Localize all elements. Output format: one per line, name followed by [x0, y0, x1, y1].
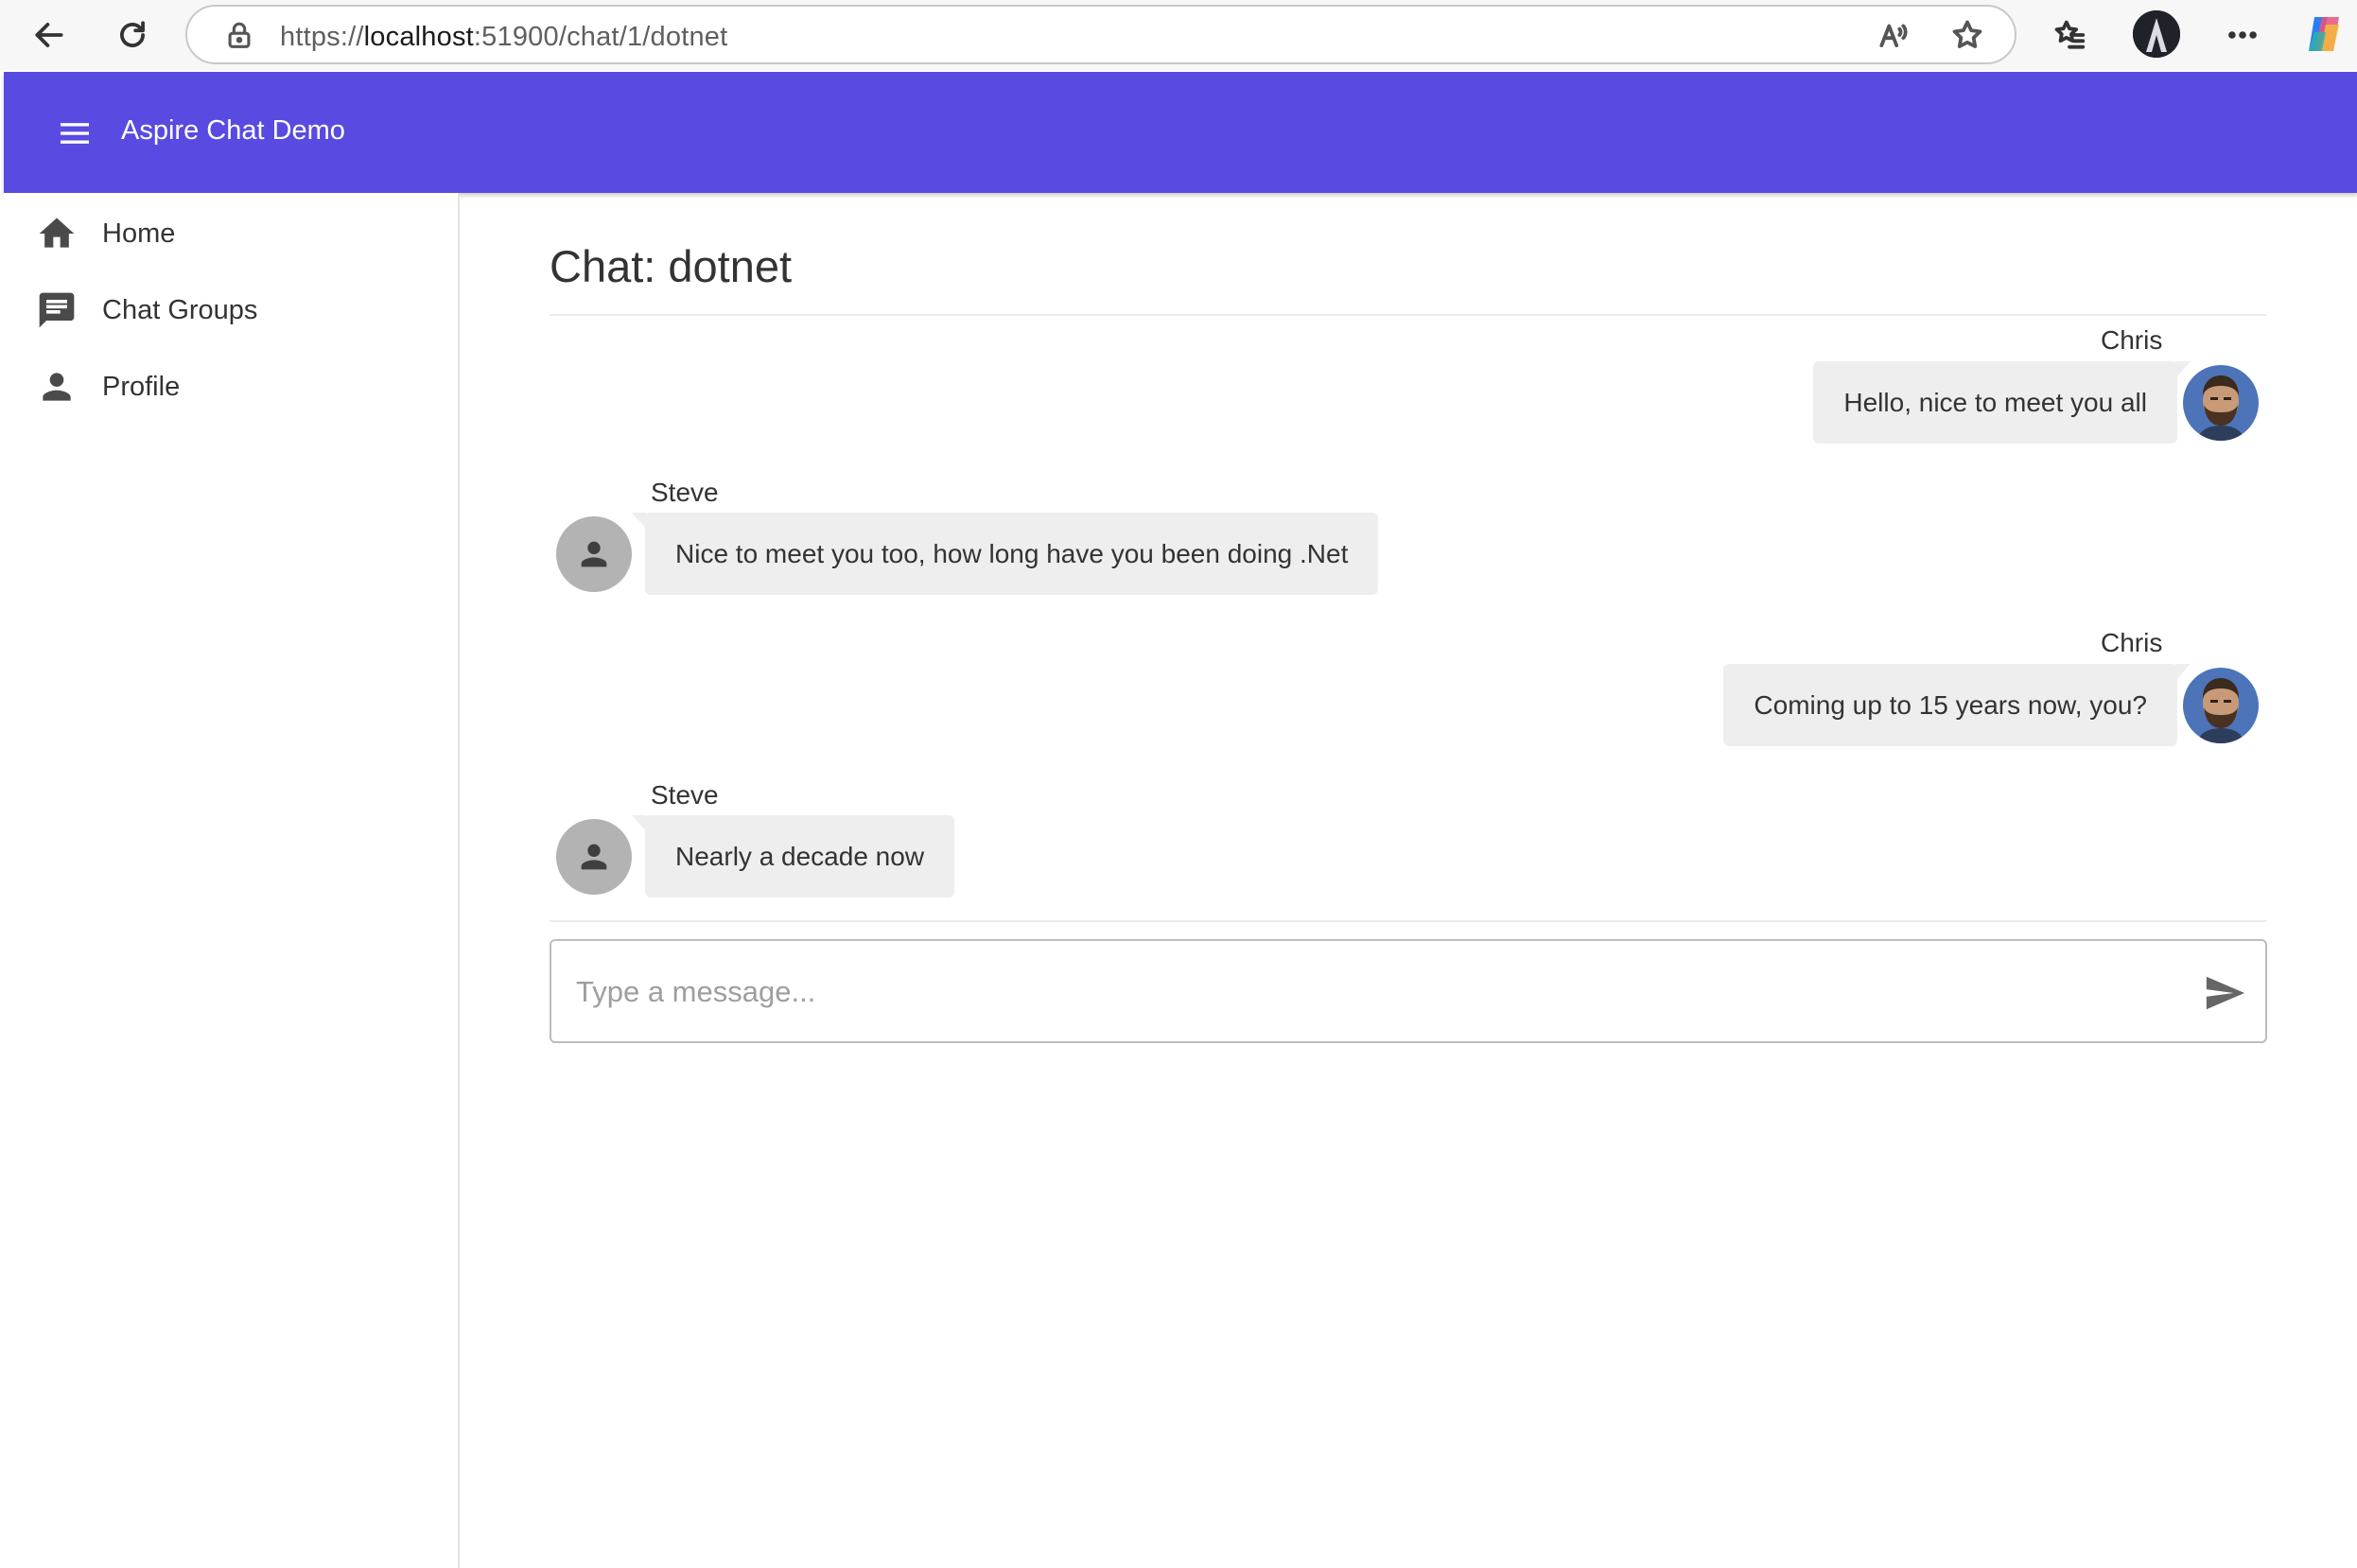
nav-item-home[interactable]: Home [4, 197, 458, 270]
copilot-icon [2309, 17, 2339, 51]
read-aloud-button[interactable] [1865, 7, 1922, 63]
back-button[interactable] [21, 7, 78, 63]
message-sender: Steve [651, 478, 719, 507]
title-divider [550, 314, 2267, 316]
nav-item-label: Home [102, 218, 176, 249]
reload-icon [120, 21, 145, 47]
nav-item-chat-groups[interactable]: Chat Groups [4, 273, 458, 347]
nav-item-label: Chat Groups [102, 294, 258, 325]
message-input[interactable] [576, 967, 2146, 1017]
send-icon [2206, 976, 2245, 1010]
app-bar: Aspire Chat Demo [4, 72, 2357, 193]
url-host: localhost [363, 22, 474, 52]
steve-avatar [556, 516, 632, 592]
message-bubble: Coming up to 15 years now, you? [1723, 664, 2191, 746]
message-composer [550, 939, 2267, 1043]
profile-picture-icon [2133, 10, 2180, 58]
message-sender: Chris [2101, 628, 2163, 657]
messages-divider [550, 920, 2267, 922]
chat-icon [36, 289, 78, 331]
favorites-button[interactable] [2041, 7, 2098, 63]
app-title: Aspire Chat Demo [121, 115, 345, 146]
favorites-list-icon [2054, 20, 2086, 49]
chat-main: Chat: dotnet Chris Hello, nice to meet y… [462, 193, 2357, 1568]
chris-avatar [2183, 668, 2259, 743]
url-scheme: https:// [280, 22, 364, 52]
chris-photo-icon [2183, 365, 2259, 441]
steve-avatar [556, 819, 632, 895]
chris-photo-icon [2183, 668, 2259, 743]
url-path: :51900/chat/1/dotnet [473, 22, 728, 52]
message-sender: Chris [2101, 325, 2163, 355]
url-text[interactable]: https://localhost:51900/chat/1/dotnet [280, 22, 727, 53]
home-icon [36, 213, 78, 254]
read-aloud-icon [1879, 24, 1908, 47]
message-bubble: Nice to meet you too, how long have you … [631, 513, 1379, 595]
hamburger-menu-icon [61, 123, 89, 144]
person-icon [36, 366, 78, 408]
copilot-button[interactable] [2301, 11, 2347, 57]
nav-drawer: Home Chat Groups Profile [4, 193, 460, 1568]
nav-item-profile[interactable]: Profile [4, 350, 458, 424]
message-bubble: Nearly a decade now [631, 815, 955, 897]
lock-icon [223, 20, 255, 52]
browser-toolbar: https://localhost:51900/chat/1/dotnet [0, 0, 2357, 70]
favorite-button[interactable] [1939, 7, 1996, 63]
message-bubble: Hello, nice to meet you all [1813, 361, 2191, 444]
reload-button[interactable] [104, 7, 161, 63]
nav-item-label: Profile [102, 371, 181, 402]
more-options-button[interactable] [2214, 7, 2271, 63]
star-icon [1952, 20, 1982, 48]
address-bar[interactable]: https://localhost:51900/chat/1/dotnet [185, 5, 2017, 64]
person-icon [581, 541, 607, 567]
message-sender: Steve [651, 780, 719, 810]
browser-profile-avatar[interactable] [2133, 10, 2180, 58]
back-arrow-icon [35, 23, 63, 47]
more-horizontal-icon [2228, 31, 2257, 39]
page-title: Chat: dotnet [550, 241, 793, 291]
person-icon [581, 844, 607, 870]
menu-toggle-button[interactable] [42, 100, 108, 166]
chris-avatar [2183, 365, 2259, 441]
send-button[interactable] [2197, 966, 2252, 1020]
